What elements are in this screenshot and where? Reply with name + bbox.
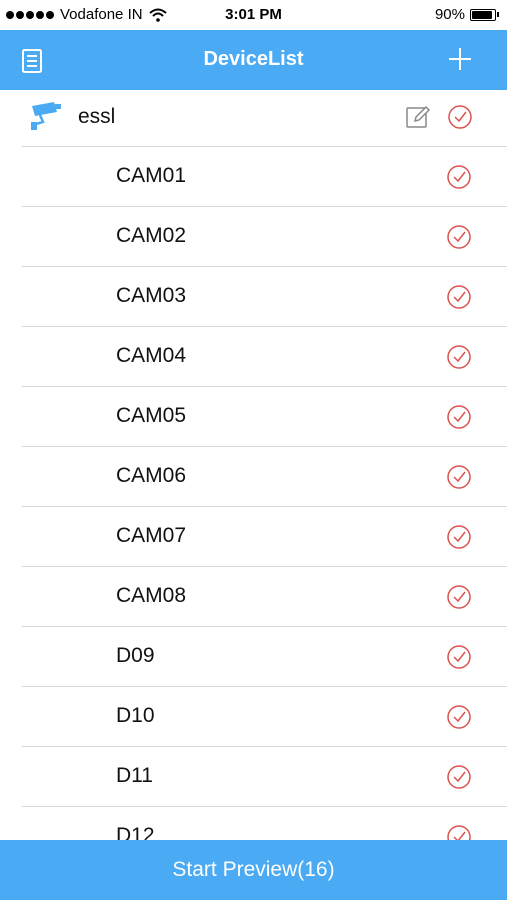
camera-icon	[31, 102, 61, 130]
start-preview-button[interactable]: Start Preview(16)	[0, 840, 507, 900]
channel-label: CAM05	[116, 404, 187, 427]
channel-label: CAM01	[116, 164, 187, 187]
channel-row[interactable]: CAM01	[22, 147, 507, 207]
page-title: DeviceList	[203, 48, 304, 70]
battery-icon	[470, 8, 496, 21]
check-circle-icon[interactable]	[446, 644, 472, 670]
check-circle-icon[interactable]	[446, 344, 472, 370]
check-circle-icon[interactable]	[446, 764, 472, 790]
channel-row[interactable]: CAM07	[22, 507, 507, 567]
channel-label: D11	[116, 764, 153, 787]
channel-label: CAM08	[116, 584, 187, 607]
battery-tip	[497, 12, 499, 17]
device-list: essl CAM01 CAM02 CAM03 CAM04 CAM05 CAM06…	[0, 90, 507, 867]
status-right: 90%	[435, 6, 499, 23]
channel-row[interactable]: CAM04	[22, 327, 507, 387]
device-group-row[interactable]: essl	[22, 90, 507, 147]
channel-row[interactable]: D09	[22, 627, 507, 687]
channel-row[interactable]: CAM06	[22, 447, 507, 507]
check-circle-icon[interactable]	[446, 704, 472, 730]
device-group-label: essl	[78, 105, 116, 128]
plus-icon[interactable]	[447, 46, 473, 72]
channel-label: D09	[116, 644, 155, 667]
check-circle-icon[interactable]	[446, 224, 472, 250]
check-circle-icon[interactable]	[446, 464, 472, 490]
channel-row[interactable]: CAM08	[22, 567, 507, 627]
channel-label: CAM02	[116, 224, 187, 247]
edit-icon[interactable]	[405, 104, 431, 130]
channel-label: CAM06	[116, 464, 187, 487]
status-time: 3:01 PM	[225, 6, 282, 23]
check-circle-icon[interactable]	[446, 524, 472, 550]
channel-label: CAM03	[116, 284, 187, 307]
battery-percent: 90%	[434, 6, 465, 23]
channel-list: CAM01 CAM02 CAM03 CAM04 CAM05 CAM06 CAM0…	[0, 147, 507, 867]
check-circle-icon[interactable]	[446, 284, 472, 310]
channel-row[interactable]: D11	[22, 747, 507, 807]
check-circle-icon[interactable]	[446, 404, 472, 430]
battery-fill	[472, 10, 492, 19]
channel-label: CAM07	[116, 524, 187, 547]
channel-label: CAM04	[116, 344, 187, 367]
channel-label: D10	[116, 704, 155, 727]
channel-row[interactable]: CAM02	[22, 207, 507, 267]
status-bar: Vodafone IN 3:01 PM 90%	[0, 0, 507, 30]
check-circle-icon[interactable]	[447, 104, 473, 130]
channel-row[interactable]: CAM03	[22, 267, 507, 327]
channel-row[interactable]: D10	[22, 687, 507, 747]
nav-bar: DeviceList	[0, 30, 507, 90]
channel-row[interactable]: CAM05	[22, 387, 507, 447]
check-circle-icon[interactable]	[446, 164, 472, 190]
check-circle-icon[interactable]	[446, 584, 472, 610]
